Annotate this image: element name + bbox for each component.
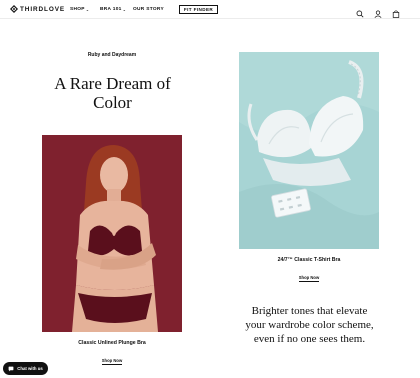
- bag-icon[interactable]: [392, 5, 400, 18]
- tagline-line-3: even if no one sees them.: [253, 333, 366, 345]
- tagline-line-1: Brighter tones that elevate: [251, 305, 368, 317]
- product-name-tshirt-bra[interactable]: 24/7™ Classic T-Shirt Bra: [239, 257, 379, 263]
- logo-text: THIRDLOVE: [20, 5, 66, 13]
- section-eyebrow: Ruby and Daydream: [87, 52, 137, 58]
- site-header: THIRDLOVE SHOP ⌄ BRA 101 ⌄ OUR STORY FIT…: [0, 0, 420, 19]
- chevron-down-icon: ⌄: [122, 7, 127, 12]
- fit-finder-button[interactable]: FIT FINDER: [179, 5, 218, 14]
- product-image-tshirt-bra[interactable]: [239, 52, 379, 249]
- product-name-plunge-bra[interactable]: Classic Unlined Plunge Bra: [42, 340, 182, 346]
- page-title: A Rare Dream of Color: [40, 74, 185, 112]
- account-icon[interactable]: [374, 5, 382, 18]
- logo[interactable]: THIRDLOVE: [10, 5, 65, 13]
- shop-now-link[interactable]: Shop Now: [298, 275, 320, 282]
- chevron-down-icon: ⌄: [85, 7, 90, 12]
- shop-now-tshirt-wrapper: Shop Now: [239, 266, 379, 284]
- bra-photo: [239, 52, 379, 249]
- chat-bubble-icon: [8, 366, 14, 371]
- logo-icon: [10, 5, 18, 13]
- tagline: Brighter tones that elevate your wardrob…: [232, 304, 387, 346]
- product-image-plunge-bra[interactable]: [42, 135, 182, 332]
- shop-now-plunge-wrapper: Shop Now: [42, 349, 182, 367]
- search-icon[interactable]: [356, 5, 364, 18]
- tagline-line-2: your wardrobe color scheme,: [245, 319, 374, 331]
- shop-now-link[interactable]: Shop Now: [101, 358, 123, 365]
- nav-our-story[interactable]: OUR STORY: [133, 7, 173, 12]
- chat-label: Chat with us: [17, 366, 43, 371]
- nav-our-story-label: OUR STORY: [133, 7, 164, 12]
- nav-bra-101-label: BRA 101: [100, 7, 122, 12]
- model-photo: [42, 135, 182, 332]
- nav-bra-101[interactable]: BRA 101 ⌄: [100, 7, 132, 12]
- nav-shop-label: SHOP: [70, 7, 85, 12]
- page-title-line-1: A Rare Dream of: [54, 74, 171, 93]
- page-title-line-2: Color: [93, 93, 132, 112]
- chat-button[interactable]: Chat with us: [3, 362, 48, 375]
- nav-shop[interactable]: SHOP ⌄: [70, 7, 100, 12]
